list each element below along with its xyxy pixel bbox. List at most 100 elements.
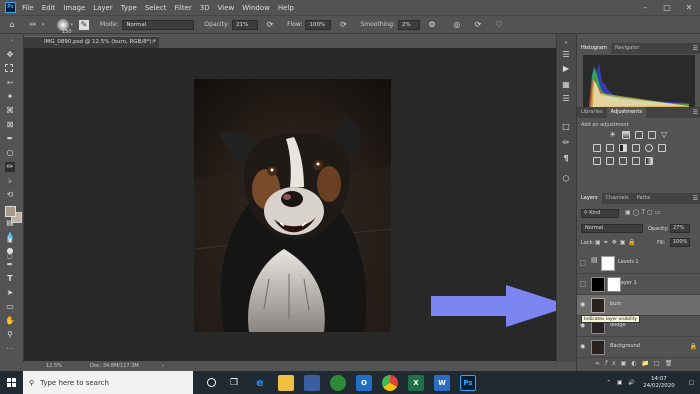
tray-chevron-icon[interactable]: ⌃ [606, 380, 611, 386]
smoothing-field[interactable]: 2% [397, 19, 420, 30]
posterize-icon[interactable] [606, 157, 614, 165]
maximize-icon[interactable]: □ [656, 0, 678, 15]
lasso-tool-icon[interactable]: ➳ [5, 78, 15, 88]
tab-libraries[interactable]: Libraries [577, 107, 607, 118]
layer-thumbnail[interactable] [591, 298, 605, 313]
fill-field[interactable]: 100% [670, 238, 690, 247]
layer-row-burn[interactable]: ◉ burn [577, 295, 700, 316]
tab-layers[interactable]: Layers [577, 193, 602, 204]
curves-icon[interactable] [635, 131, 643, 139]
layer-filter-kind[interactable]: ⚲ Kind [581, 209, 619, 218]
menu-layer[interactable]: Layer [93, 4, 113, 12]
screen-mode-icon[interactable]: ▢ [5, 252, 15, 262]
black-white-icon[interactable] [619, 144, 627, 152]
eyedropper-tool-icon[interactable]: ✒ [5, 134, 15, 144]
tab-histogram[interactable]: Histogram [577, 43, 611, 54]
menu-image[interactable]: Image [63, 4, 85, 12]
brush-settings-panel-icon[interactable]: ✏ [561, 138, 571, 148]
notifications-icon[interactable]: □ [689, 380, 694, 386]
menu-edit[interactable]: Edit [42, 4, 56, 12]
pressure-size-icon[interactable]: ⟳ [472, 19, 484, 31]
opacity-field[interactable]: 21% [232, 19, 259, 30]
exposure-icon[interactable] [648, 131, 656, 139]
zoom-level[interactable]: 12.5% [46, 361, 62, 371]
volume-icon[interactable]: 🔊 [628, 380, 635, 386]
menu-view[interactable]: View [218, 4, 235, 12]
eye-icon[interactable]: ◉ [580, 323, 586, 329]
more-tools-icon[interactable]: ⋯ [5, 344, 15, 354]
network-icon[interactable]: ▣ [617, 380, 622, 386]
hue-saturation-icon[interactable] [593, 144, 601, 152]
minimize-icon[interactable]: – [634, 0, 656, 15]
lock-icon[interactable]: 🔒 [690, 343, 697, 350]
airbrush-icon[interactable]: ⟳ [337, 19, 349, 31]
photoshop-taskbar-icon[interactable]: Ps [460, 374, 476, 391]
path-selection-tool-icon[interactable]: ➤ [5, 288, 15, 298]
frame-tool-icon[interactable]: ⊠ [5, 120, 15, 130]
task-view-icon[interactable]: ❐ [226, 375, 242, 391]
quick-mask-icon[interactable]: ▣ [5, 236, 15, 246]
history-panel-icon[interactable]: ▦ [561, 80, 571, 90]
layer-name[interactable]: burn [610, 301, 621, 307]
zoom-tool-icon[interactable]: ⚲ [5, 330, 15, 340]
eye-icon[interactable]: ◉ [580, 344, 586, 350]
edge-icon[interactable]: e [252, 375, 268, 391]
healing-brush-tool-icon[interactable]: ○ [5, 148, 15, 158]
layer-row-layer-1[interactable]: Layer 1 [577, 274, 700, 295]
menu-3d[interactable]: 3D [200, 4, 210, 12]
color-lookup-icon[interactable] [658, 144, 666, 152]
play-action-icon[interactable]: ▶ [561, 64, 571, 74]
collapse-panels-icon[interactable]: « [561, 38, 571, 48]
hand-tool-icon[interactable]: ✋ [5, 316, 15, 326]
menu-type[interactable]: Type [121, 4, 137, 12]
layer-name[interactable]: Levels 1 [618, 259, 639, 265]
eye-icon[interactable]: ◉ [580, 302, 586, 308]
menu-select[interactable]: Select [145, 4, 167, 12]
threshold-icon[interactable] [619, 157, 627, 165]
layer-thumbnail[interactable] [591, 277, 605, 292]
tab-adjustments[interactable]: Adjustments [606, 107, 646, 118]
symmetry-icon[interactable]: ♡ [493, 19, 505, 31]
home-icon[interactable]: ⌂ [6, 19, 18, 31]
taskbar-search[interactable]: ⚲ Type here to search [23, 371, 193, 394]
foreground-color-swatch[interactable] [5, 206, 16, 217]
canvas-area[interactable] [24, 48, 571, 361]
mode-select[interactable]: Normal [122, 19, 195, 30]
tab-channels[interactable]: Channels [602, 193, 633, 204]
cortana-icon[interactable] [207, 378, 216, 387]
channel-mixer-icon[interactable] [645, 144, 653, 152]
brightness-contrast-icon[interactable]: ☀ [609, 131, 617, 139]
marquee-tool-icon[interactable] [5, 64, 13, 72]
tab-paths[interactable]: Paths [633, 193, 655, 204]
invert-icon[interactable] [593, 157, 601, 165]
layer-name[interactable]: Layer 1 [618, 280, 637, 286]
smoothing-options-icon[interactable]: ⚙ [426, 19, 438, 31]
quick-select-tool-icon[interactable]: ✦ [5, 92, 15, 102]
file-explorer-icon[interactable] [278, 374, 294, 391]
layer-filter-icons[interactable]: ▣◯T▢▭ [625, 209, 662, 216]
tab-navigator[interactable]: Navigator [611, 43, 643, 54]
shape-tool-icon[interactable]: ▭ [5, 302, 15, 312]
blend-mode-select[interactable]: Normal [581, 224, 643, 233]
brush-angle-icon[interactable]: ◎ [451, 19, 463, 31]
layers-footer-icons[interactable]: ∞fx▣◐📁□🗑 [595, 360, 677, 367]
history-brush-tool-icon[interactable]: ⟲ [5, 190, 15, 200]
status-menu-icon[interactable]: › [162, 361, 164, 371]
layer-name[interactable]: Background [610, 343, 640, 349]
libraries-panel-icon[interactable]: □ [561, 122, 571, 132]
brush-tool-icon[interactable]: ✏ [5, 162, 15, 172]
visibility-toggle[interactable] [580, 260, 586, 266]
type-tool-icon[interactable]: T [5, 274, 15, 284]
brush-settings-icon[interactable]: ✎ [79, 19, 90, 30]
menu-help[interactable]: Help [278, 4, 294, 12]
menu-file[interactable]: File [22, 4, 34, 12]
pressure-opacity-icon[interactable]: ⟳ [264, 19, 276, 31]
store-icon[interactable] [304, 374, 320, 391]
close-icon[interactable]: ✕ [678, 0, 700, 15]
3d-panel-icon[interactable]: ⬡ [561, 174, 571, 184]
brush-tool-preset-icon[interactable]: ✏ [27, 19, 39, 31]
clock[interactable]: 14:07 24/02/2020 [643, 376, 675, 390]
layer-row-levels-1[interactable]: ▤ Levels 1 [577, 253, 700, 274]
crop-tool-icon[interactable]: ⌘ [5, 106, 15, 116]
clone-stamp-tool-icon[interactable]: ♭ [5, 176, 15, 186]
